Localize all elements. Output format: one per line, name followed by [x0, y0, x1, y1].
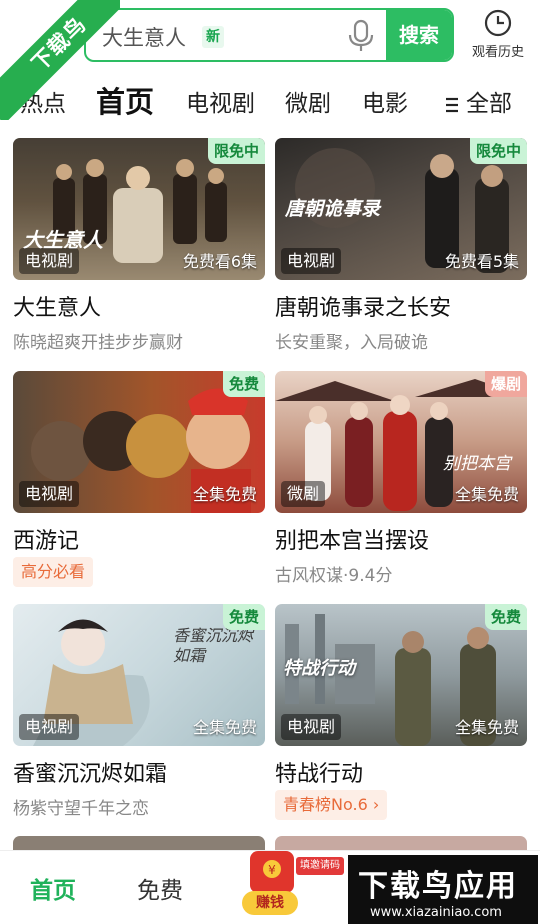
thumbnail[interactable]: 特战行动 免费 电视剧 全集免费 [275, 604, 527, 746]
card-subtitle: 陈晓超爽开挂步步赢财 [13, 333, 183, 353]
clock-icon [484, 9, 512, 37]
card-title[interactable]: 大生意人 [13, 290, 101, 322]
card-title[interactable]: 西游记 [13, 523, 79, 555]
card-title[interactable]: 特战行动 [275, 756, 363, 788]
video-card-te-zhan-xing-dong[interactable]: 特战行动 免费 电视剧 全集免费 特战行动 青春榜No.6 › [275, 604, 527, 820]
poster-title-text: 香蜜沉沉烬如霜 [173, 626, 254, 665]
rank-chip[interactable]: 青春榜No.6 › [275, 790, 388, 820]
episodes-label: 全集免费 [192, 718, 257, 737]
svg-text:¥: ¥ [268, 863, 276, 877]
free-badge: 限免中 [207, 138, 265, 164]
nav-free[interactable]: 免费 [137, 871, 183, 905]
history-label: 观看历史 [471, 45, 524, 60]
video-card-xiang-mi[interactable]: 香蜜沉沉烬如霜 免费 电视剧 全集免费 香蜜沉沉烬如霜 杨紫守望千年之恋 [13, 604, 265, 819]
tab-hot[interactable]: 热点 [20, 82, 66, 126]
watermark-url: www.xiazainiao.com [370, 905, 502, 920]
tab-movies[interactable]: 电影 [362, 82, 408, 126]
menu-icon [446, 97, 458, 112]
earn-label: 赚钱 [242, 891, 298, 915]
watermark-brand: 下载鸟应用 www.xiazainiao.com [348, 855, 538, 924]
type-tag: 电视剧 [19, 714, 80, 740]
episodes-label: 全集免费 [192, 485, 257, 504]
free-badge: 免费 [484, 604, 527, 630]
invite-code-tag[interactable]: 填邀请码 [296, 857, 344, 875]
card-subtitle: 长安重聚，入局破诡 [275, 333, 428, 353]
free-badge: 限免中 [469, 138, 527, 164]
microphone-icon[interactable] [344, 18, 378, 54]
type-tag: 电视剧 [281, 714, 342, 740]
hot-badge: 爆剧 [484, 371, 527, 397]
card-title[interactable]: 香蜜沉沉烬如霜 [13, 756, 167, 788]
history-button[interactable]: 观看历史 [466, 8, 530, 60]
nav-home[interactable]: 首页 [30, 871, 76, 905]
type-tag: 微剧 [281, 481, 326, 507]
tab-micro-drama[interactable]: 微剧 [285, 82, 331, 126]
thumbnail[interactable]: 香蜜沉沉烬如霜 免费 电视剧 全集免费 [13, 604, 265, 746]
tag-chip[interactable]: 高分必看 [13, 557, 94, 587]
poster-title-text: 别把本宫 [443, 454, 511, 474]
bottom-nav: 首页 免费 ¥ 赚钱 填邀请码 下载鸟应用 www.xiazainiao.com [0, 850, 540, 924]
type-tag: 电视剧 [19, 248, 80, 274]
free-badge: 免费 [222, 371, 265, 397]
search-input[interactable]: 大生意人 [102, 22, 186, 52]
card-title[interactable]: 别把本宫当摆设 [275, 523, 429, 555]
episodes-label: 全集免费 [454, 485, 519, 504]
card-subtitle: 古风权谋·9.4分 [275, 566, 393, 586]
tab-home[interactable]: 首页 [96, 80, 154, 124]
episodes-label: 免费看6集 [182, 252, 257, 271]
tab-all-label: 全部 [466, 91, 512, 117]
card-title[interactable]: 唐朝诡事录之长安 [275, 290, 451, 322]
search-button[interactable]: 搜索 [386, 10, 452, 60]
video-card-tang-chao-gui-shi-lu[interactable]: 唐朝诡事录 限免中 电视剧 免费看5集 唐朝诡事录之长安 长安重聚，入局破诡 [275, 138, 527, 353]
thumbnail[interactable]: 免费 电视剧 全集免费 [13, 371, 265, 513]
thumbnail[interactable]: 别把本宫 爆剧 微剧 全集免费 [275, 371, 527, 513]
header: 大生意人 新 搜索 观看历史 [0, 0, 540, 72]
video-card-xi-you-ji[interactable]: 免费 电视剧 全集免费 西游记 高分必看 [13, 371, 265, 587]
card-subtitle: 杨紫守望千年之恋 [13, 799, 149, 819]
type-tag: 电视剧 [19, 481, 80, 507]
watermark-brand-text: 下载鸟应用 [358, 869, 518, 904]
thumbnail[interactable]: 唐朝诡事录 限免中 电视剧 免费看5集 [275, 138, 527, 280]
free-badge: 免费 [222, 604, 265, 630]
red-envelope-icon: ¥ [250, 851, 294, 893]
video-card-bie-ba-ben-gong[interactable]: 别把本宫 爆剧 微剧 全集免费 别把本宫当摆设 古风权谋·9.4分 [275, 371, 527, 586]
tab-tv-series[interactable]: 电视剧 [186, 82, 255, 126]
video-card-da-sheng-yi-ren[interactable]: 大生意人 限免中 电视剧 免费看6集 大生意人 陈晓超爽开挂步步赢财 [13, 138, 265, 353]
poster-title-text: 唐朝诡事录 [285, 198, 381, 220]
new-badge: 新 [202, 26, 224, 48]
thumbnail[interactable]: 大生意人 限免中 电视剧 免费看6集 [13, 138, 265, 280]
search-bar[interactable]: 大生意人 新 搜索 [84, 8, 454, 62]
type-tag: 电视剧 [281, 248, 342, 274]
episodes-label: 免费看5集 [444, 252, 519, 271]
poster-title-text: 特战行动 [283, 658, 355, 679]
tab-all[interactable]: 全部 [444, 82, 512, 126]
category-tabs: 热点 首页 电视剧 微剧 电影 全部 [0, 82, 540, 128]
episodes-label: 全集免费 [454, 718, 519, 737]
